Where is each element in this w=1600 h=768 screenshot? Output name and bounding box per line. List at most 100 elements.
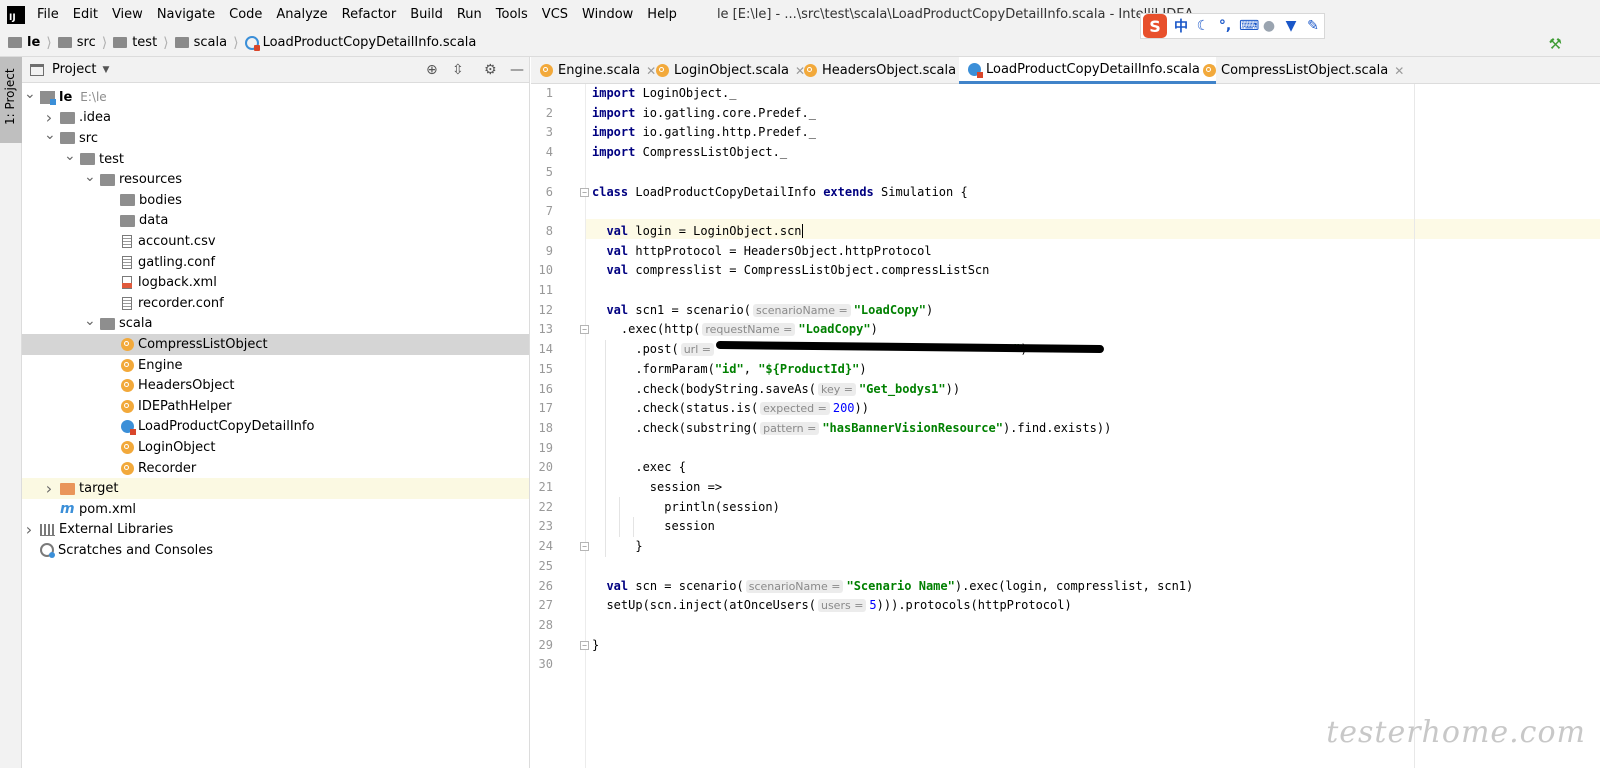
tab-compresslistobject-scala[interactable]: CompressListObject.scala ✕ — [1194, 57, 1404, 84]
menu-navigate[interactable]: Navigate — [157, 7, 215, 22]
tree-item[interactable]: › External Libraries — [22, 520, 529, 541]
fold-marker-icon[interactable]: − — [580, 187, 589, 197]
breadcrumb-file[interactable]: LoadProductCopyDetailInfo.scala — [244, 35, 476, 51]
chevron-down-icon[interactable]: ⌄ — [84, 314, 96, 328]
code-line[interactable]: 10 val compresslist = CompressListObject… — [531, 261, 1600, 281]
menu-run[interactable]: Run — [457, 7, 482, 22]
tree-item[interactable]: logback.xml — [22, 272, 529, 293]
code-line[interactable]: 9 val httpProtocol = HeadersObject.httpP… — [531, 242, 1600, 262]
menu-vcs[interactable]: VCS — [542, 7, 568, 22]
collapse-all-icon[interactable]: ⇳ — [452, 62, 464, 78]
tree-item[interactable]: LoginObject — [22, 437, 529, 458]
chevron-down-icon[interactable]: ⌄ — [84, 170, 96, 184]
code-line[interactable]: 30 — [531, 655, 1600, 675]
tree-item[interactable]: HeadersObject — [22, 375, 529, 396]
menu-help[interactable]: Help — [647, 7, 677, 22]
keyboard-icon[interactable]: ⌨ — [1239, 18, 1259, 34]
code-line[interactable]: 29 −} — [531, 636, 1600, 656]
code-line[interactable]: 26 val scn = scenario(scenarioName = "Sce… — [531, 577, 1600, 597]
code-line[interactable]: 18 .check(substring(pattern = "hasBannerV… — [531, 419, 1600, 439]
chevron-down-icon[interactable]: ⌄ — [64, 149, 76, 163]
skin-icon[interactable]: ▼ — [1283, 18, 1299, 34]
fold-marker-icon[interactable]: − — [580, 325, 589, 335]
chevron-down-icon[interactable]: ⌄ — [24, 87, 36, 101]
menu-tools[interactable]: Tools — [496, 7, 528, 22]
menu-window[interactable]: Window — [582, 7, 633, 22]
breadcrumb-src[interactable]: src — [57, 35, 96, 50]
tab-loadproductcopydetailinfo-scala[interactable]: LoadProductCopyDetailInfo.scala✕ — [959, 57, 1216, 84]
build-hammer-icon[interactable]: ⚒ — [1549, 35, 1562, 53]
code-line[interactable]: 6 − class LoadProductCopyDetailInfo extend… — [531, 183, 1600, 203]
hide-panel-icon[interactable]: — — [510, 62, 524, 78]
tree-item[interactable]: ⌄ src — [22, 128, 529, 149]
code-line[interactable]: 25 — [531, 557, 1600, 577]
code-line[interactable]: 24 − } — [531, 537, 1600, 557]
code-line[interactable]: 3 import io.gatling.http.Predef._ — [531, 123, 1600, 143]
fold-marker-icon[interactable]: − — [580, 640, 589, 650]
code-line[interactable]: 8 val login = LoginObject.scn — [531, 222, 1600, 242]
code-line[interactable]: 4 import CompressListObject._ — [531, 143, 1600, 163]
fold-marker-icon[interactable]: − — [580, 542, 589, 552]
tree-item[interactable]: gatling.conf — [22, 252, 529, 273]
code-line[interactable]: 21 session => — [531, 478, 1600, 498]
tree-item[interactable]: Engine — [22, 355, 529, 376]
tree-item[interactable]: › target — [22, 478, 529, 499]
punctuation-icon[interactable]: °, — [1217, 18, 1233, 34]
chinese-mode-icon[interactable]: 中 — [1173, 16, 1189, 36]
tab-engine-scala[interactable]: Engine.scala ✕ — [531, 57, 656, 84]
ime-toolbar[interactable]: S 中 ☾ °, ⌨ ● ▼ ✎ — [1140, 13, 1325, 39]
code-line[interactable]: 15 .formParam("id", "${ProductId}") — [531, 360, 1600, 380]
code-line[interactable]: 27 setUp(scn.inject(atOnceUsers(users = 5… — [531, 596, 1600, 616]
code-line[interactable]: 20 .exec { — [531, 458, 1600, 478]
code-line[interactable]: 13 − .exec(http(requestName = "LoadCopy") — [531, 320, 1600, 340]
tab-headersobject-scala[interactable]: HeadersObject.scala✕ — [795, 57, 972, 84]
project-view-selector[interactable]: Project — [52, 62, 96, 77]
tree-item[interactable]: ⌄ resources — [22, 169, 529, 190]
tree-item[interactable]: IDEPathHelper — [22, 396, 529, 417]
wrench-icon[interactable]: ✎ — [1305, 18, 1321, 34]
tree-item[interactable]: ⌄ le E:\le — [22, 87, 529, 108]
code-line[interactable]: 7 — [531, 202, 1600, 222]
tree-item[interactable]: CompressListObject — [22, 334, 529, 355]
code-line[interactable]: 19 — [531, 439, 1600, 459]
code-line[interactable]: 11 — [531, 281, 1600, 301]
tree-item[interactable]: bodies — [22, 190, 529, 211]
moon-icon[interactable]: ☾ — [1195, 18, 1211, 34]
tree-item[interactable]: data — [22, 211, 529, 232]
tree-item[interactable]: recorder.conf — [22, 293, 529, 314]
breadcrumb-test[interactable]: test — [113, 35, 157, 50]
gear-icon[interactable]: ⚙ — [484, 62, 497, 78]
breadcrumb-scala[interactable]: scala — [174, 35, 227, 50]
code-line[interactable]: 12 val scn1 = scenario(scenarioName = "Lo… — [531, 301, 1600, 321]
locate-icon[interactable]: ⊕ — [426, 62, 438, 78]
code-line[interactable]: 16 .check(bodyString.saveAs(key = "Get_bo… — [531, 380, 1600, 400]
chevron-right-icon[interactable]: › — [24, 520, 34, 539]
tree-item[interactable]: ⌄ scala — [22, 314, 529, 335]
menu-analyze[interactable]: Analyze — [276, 7, 327, 22]
tool-tab-project[interactable]: 1: Project — [0, 57, 22, 143]
tree-item[interactable]: Scratches and Consoles — [22, 540, 529, 561]
tab-loginobject-scala[interactable]: LoginObject.scala ✕ — [647, 57, 805, 84]
menu-build[interactable]: Build — [410, 7, 443, 22]
menu-code[interactable]: Code — [229, 7, 262, 22]
close-icon[interactable]: ✕ — [1394, 64, 1404, 78]
code-line[interactable]: 5 — [531, 163, 1600, 183]
tree-item[interactable]: › .idea — [22, 108, 529, 129]
code-line[interactable]: 2 import io.gatling.core.Predef._ — [531, 104, 1600, 124]
sogou-logo-icon[interactable]: S — [1143, 14, 1167, 38]
tree-item[interactable]: Recorder — [22, 458, 529, 479]
menu-refactor[interactable]: Refactor — [342, 7, 397, 22]
menu-view[interactable]: View — [112, 7, 143, 22]
menu-file[interactable]: File — [37, 7, 59, 22]
menu-edit[interactable]: Edit — [73, 7, 98, 22]
chevron-right-icon[interactable]: › — [44, 479, 54, 498]
code-line[interactable]: 23 session — [531, 517, 1600, 537]
user-icon[interactable]: ● — [1261, 18, 1277, 34]
chevron-down-icon[interactable]: ▼ — [102, 65, 109, 75]
tree-item[interactable]: ⌄ test — [22, 149, 529, 170]
tree-item[interactable]: m pom.xml — [22, 499, 529, 520]
code-line[interactable]: 1 import LoginObject._ — [531, 84, 1600, 104]
code-line[interactable]: 28 — [531, 616, 1600, 636]
code-line[interactable]: 17 .check(status.is(expected = 200)) — [531, 399, 1600, 419]
code-area[interactable]: 1 import LoginObject._ 2 import io.gatling.… — [531, 84, 1600, 768]
